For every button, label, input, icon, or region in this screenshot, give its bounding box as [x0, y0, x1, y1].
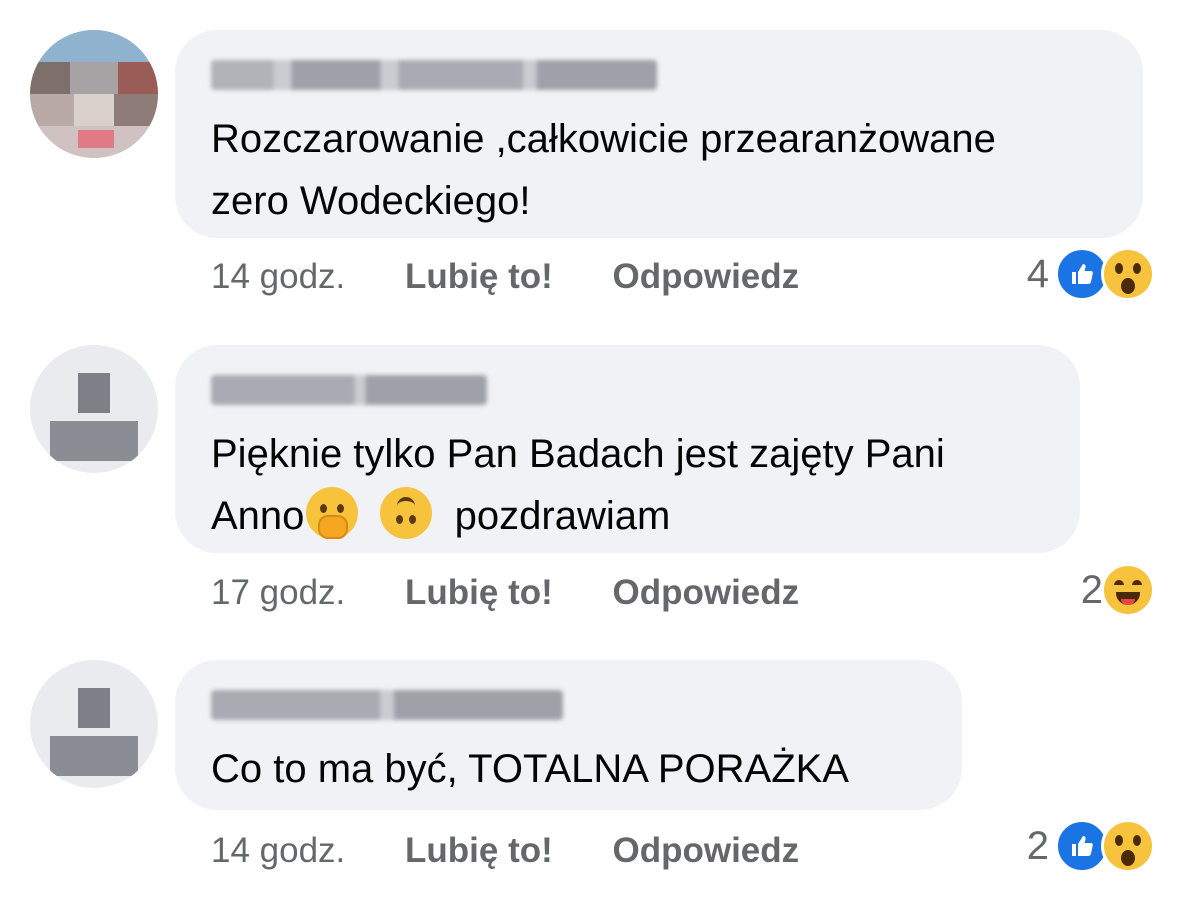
comment-timestamp[interactable]: 14 godz. [211, 829, 345, 873]
comment-text-part: Anno [211, 494, 305, 538]
upside-down-face-emoji [379, 487, 432, 539]
comment-bubble: Rozczarowanie ,całkowicie przearanżowane… [175, 30, 1143, 238]
commenter-avatar[interactable] [30, 345, 158, 473]
haha-icon [1101, 563, 1155, 617]
reaction-summary[interactable]: 2 [1080, 563, 1155, 617]
commenter-name-blurred[interactable] [211, 690, 563, 720]
wow-icon [1101, 819, 1155, 873]
commenter-name-blurred[interactable] [211, 375, 487, 405]
face-with-hand-over-mouth-emoji [306, 487, 359, 539]
reply-button[interactable]: Odpowiedz [613, 255, 800, 299]
comment-actions: 14 godz. Lubię to! Odpowiedz [211, 829, 799, 873]
reaction-count: 2 [1080, 568, 1103, 612]
like-button[interactable]: Lubię to! [405, 255, 553, 299]
comment-timestamp[interactable]: 17 godz. [211, 571, 345, 615]
reaction-count: 4 [1026, 252, 1049, 296]
comment-bubble: Co to ma być, TOTALNA PORAŻKA [175, 660, 962, 810]
comment-text-line-2: zero Wodeckiego! [211, 179, 531, 223]
like-button[interactable]: Lubię to! [405, 571, 553, 615]
comment-text-part: pozdrawiam [454, 494, 671, 538]
reply-button[interactable]: Odpowiedz [613, 571, 800, 615]
comment-text-line-1: Rozczarowanie ,całkowicie przearanżowane [211, 117, 996, 161]
commenter-avatar[interactable] [30, 30, 158, 158]
comment-timestamp[interactable]: 14 godz. [211, 255, 345, 299]
like-button[interactable]: Lubię to! [405, 829, 553, 873]
comment-text-line-1: Pięknie tylko Pan Badach jest zajęty Pan… [211, 432, 945, 476]
comment-text: Co to ma być, TOTALNA PORAŻKA [211, 738, 849, 800]
commenter-name-blurred[interactable] [211, 60, 657, 90]
comment-text: Rozczarowanie ,całkowicie przearanżowane… [211, 108, 996, 232]
wow-icon [1101, 247, 1155, 301]
comment-text: Pięknie tylko Pan Badach jest zajęty Pan… [211, 423, 945, 547]
comment-text-line-2: Anno pozdrawiam [211, 485, 945, 547]
commenter-avatar[interactable] [30, 660, 158, 788]
comment-text-line-1: Co to ma być, TOTALNA PORAŻKA [211, 747, 849, 791]
reply-button[interactable]: Odpowiedz [613, 829, 800, 873]
reaction-summary[interactable]: 4 [1026, 247, 1155, 301]
comment-actions: 14 godz. Lubię to! Odpowiedz [211, 255, 799, 299]
reaction-summary[interactable]: 2 [1026, 819, 1155, 873]
comment-actions: 17 godz. Lubię to! Odpowiedz [211, 571, 799, 615]
reaction-count: 2 [1026, 824, 1049, 868]
comment-bubble: Pięknie tylko Pan Badach jest zajęty Pan… [175, 345, 1080, 553]
